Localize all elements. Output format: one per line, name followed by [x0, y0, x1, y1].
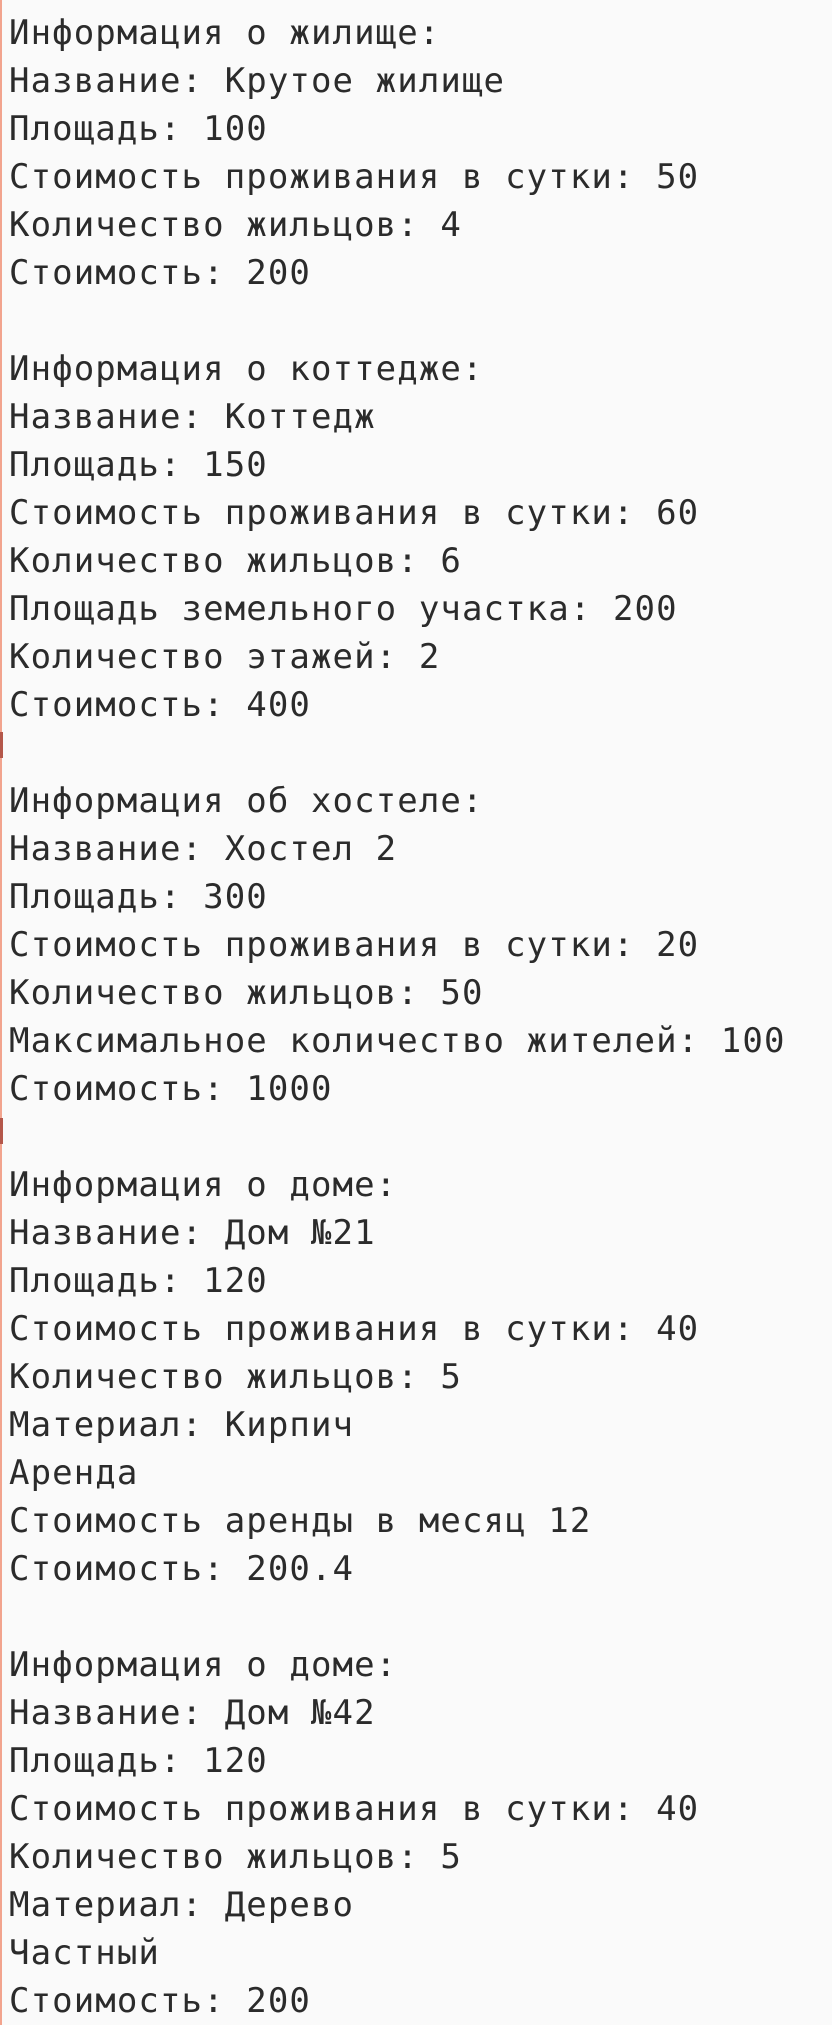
output-line: Площадь: 100 — [9, 109, 268, 149]
output-line: Название: Крутое жилище — [9, 61, 506, 101]
left-border-marker — [0, 732, 3, 758]
console-output-panel: Информация о жилище: Название: Крутое жи… — [0, 0, 832, 2025]
cottage-info-block: Информация о коттедже: Название: Коттедж… — [9, 345, 786, 729]
output-line: Площадь земельного участка: 200 — [9, 589, 678, 629]
output-line: Количество жильцов: 5 — [9, 1837, 462, 1877]
output-line: Стоимость проживания в сутки: 60 — [9, 493, 700, 533]
output-line: Площадь: 150 — [9, 445, 268, 485]
output-line: Стоимость: 400 — [9, 685, 311, 725]
output-line: Название: Дом №21 — [9, 1213, 376, 1253]
output-line: Стоимость: 200.4 — [9, 1549, 355, 1589]
output-line: Стоимость аренды в месяц 12 — [9, 1501, 592, 1541]
output-line: Информация об хостеле: — [9, 781, 484, 821]
left-border-marker — [0, 1118, 3, 1144]
house-info-block: Информация о доме: Название: Дом №21 Пло… — [9, 1161, 786, 1593]
output-line: Максимальное количество жителей: 100 — [9, 1021, 786, 1061]
output-line: Стоимость: 200 — [9, 1981, 311, 2021]
output-line: Количество жильцов: 4 — [9, 205, 462, 245]
output-line: Название: Дом №42 — [9, 1693, 376, 1733]
output-line: Частный — [9, 1933, 160, 1973]
output-line: Материал: Кирпич — [9, 1405, 355, 1445]
output-line: Название: Хостел 2 — [9, 829, 398, 869]
output-line: Площадь: 300 — [9, 877, 268, 917]
output-line: Информация о доме: — [9, 1165, 398, 1205]
output-line: Название: Коттедж — [9, 397, 376, 437]
output-line: Стоимость: 1000 — [9, 1069, 333, 1109]
output-line: Количество жильцов: 5 — [9, 1357, 462, 1397]
house-info-block: Информация о доме: Название: Дом №42 Пло… — [9, 1641, 786, 2025]
output-line: Количество этажей: 2 — [9, 637, 441, 677]
output-line: Количество жильцов: 6 — [9, 541, 462, 581]
output-line: Количество жильцов: 50 — [9, 973, 484, 1013]
output-line: Материал: Дерево — [9, 1885, 355, 1925]
output-line: Стоимость: 200 — [9, 253, 311, 293]
output-line: Площадь: 120 — [9, 1741, 268, 1781]
output-line: Стоимость проживания в сутки: 20 — [9, 925, 700, 965]
output-line: Информация о доме: — [9, 1645, 398, 1685]
output-line: Стоимость проживания в сутки: 40 — [9, 1309, 700, 1349]
output-line: Информация о коттедже: — [9, 349, 484, 389]
left-border-line — [0, 0, 2, 2025]
output-line: Информация о жилище: — [9, 13, 441, 53]
output-line: Стоимость проживания в сутки: 50 — [9, 157, 700, 197]
dwelling-info-block: Информация о жилище: Название: Крутое жи… — [9, 9, 786, 297]
output-line: Стоимость проживания в сутки: 40 — [9, 1789, 700, 1829]
output-line: Аренда — [9, 1453, 139, 1493]
output-line: Площадь: 120 — [9, 1261, 268, 1301]
hostel-info-block: Информация об хостеле: Название: Хостел … — [9, 777, 786, 1113]
console-output-text: Информация о жилище: Название: Крутое жи… — [9, 9, 786, 2025]
